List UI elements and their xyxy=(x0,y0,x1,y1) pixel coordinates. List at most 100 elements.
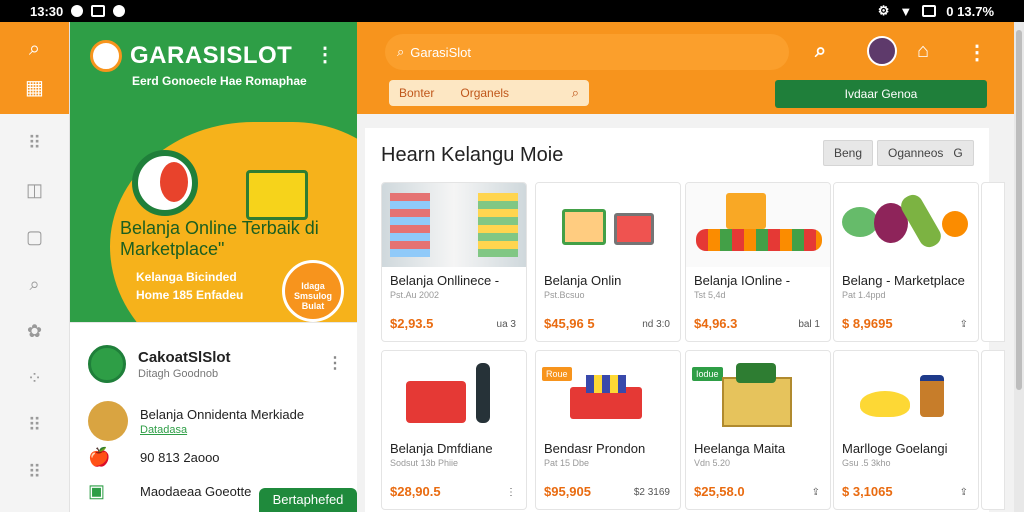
product-card[interactable]: Belanja Dmfdiane Sodsut 13b Phiie $28,90… xyxy=(381,350,527,510)
list-item[interactable]: 🍎 90 813 2aooo xyxy=(88,447,220,468)
avatar[interactable] xyxy=(867,36,897,66)
product-price: $2,93.5 xyxy=(390,316,434,331)
product-subtitle: Pat 1.4ppd xyxy=(842,290,886,300)
rail-nav: ⠿ ◫ ▢ ⌕ ✿ ⁘ ⠿ ⠿ xyxy=(0,114,69,483)
square-icon[interactable]: ▢ xyxy=(24,226,46,248)
cta-button[interactable]: Ivdaar Genoa xyxy=(775,80,987,108)
product-image: Iodue xyxy=(686,351,830,435)
product-card[interactable]: Belanja Onlin Pst.Bcsuo $45,96 5 nd 3:0 xyxy=(535,182,681,342)
search-text: GarasiSlot xyxy=(410,44,471,60)
product-meta: ua 3 xyxy=(496,319,516,330)
sort-chip[interactable]: Oganneos G xyxy=(877,140,974,166)
list-item-link[interactable]: Datadasa xyxy=(140,424,304,436)
product-card[interactable]: Belang - Marketplace Pat 1.4ppd $ 8,9695… xyxy=(833,182,979,342)
product-card-partial[interactable] xyxy=(981,350,1005,510)
app-root: 13:30 ⚙ ▼ 0 13.7% ⌕ ▦ ⠿ ◫ ▢ ⌕ ✿ ⁘ ⠿ ⠿ GA… xyxy=(0,0,1024,512)
search-input[interactable]: ⌕ GarasiSlot xyxy=(385,34,789,70)
list-item[interactable]: Belanja Onnidenta Merkiade Datadasa xyxy=(88,401,304,441)
notification-icon[interactable]: ⌂ xyxy=(917,40,929,63)
product-tag: Roue xyxy=(542,367,572,381)
share-icon[interactable]: ⇪ xyxy=(812,487,820,498)
product-meta: $2 3169 xyxy=(633,487,670,498)
list-item[interactable]: ▣ Maodaeaa Goeotte xyxy=(88,481,251,502)
section-title: Hearn Kelangu Moie xyxy=(381,144,564,166)
play-icon xyxy=(113,5,126,17)
product-meta: nd 3:0 xyxy=(642,319,670,330)
filter-chip[interactable]: Beng xyxy=(823,140,874,166)
product-title: Belanja Onlin xyxy=(544,273,622,288)
product-title: Belang - Marketplace xyxy=(842,273,965,288)
more-options-icon[interactable]: ⋮ xyxy=(315,42,335,67)
product-subtitle: Vdn 5.20 xyxy=(694,458,731,468)
battery-text: 0 13.7% xyxy=(946,3,994,19)
product-title: Heelanga Maita xyxy=(694,441,786,456)
product-image xyxy=(382,351,526,435)
product-meta: bal 1 xyxy=(798,319,820,330)
product-image: Roue xyxy=(536,351,680,435)
product-price: $95,905 xyxy=(544,484,591,499)
status-time: 13:30 xyxy=(30,3,64,19)
product-card[interactable]: Roue Bendasr Prondon Pat 15 Dbe $95,905 … xyxy=(535,350,681,510)
filter-right[interactable]: Organels xyxy=(460,86,509,100)
product-card[interactable]: Marlloge Goelangi Gsu .5 3kho $ 3,1065 ⇪ xyxy=(833,350,979,510)
grid-icon[interactable]: ⠿ xyxy=(24,132,46,154)
apps-icon[interactable]: ⠿ xyxy=(24,414,46,436)
more-options-icon[interactable]: ⋮ xyxy=(967,40,987,65)
product-title: Belanja Onllinece - xyxy=(390,273,500,288)
share-icon[interactable]: ⇪ xyxy=(960,487,968,498)
calendar-icon[interactable]: ▦ xyxy=(24,76,46,99)
product-card-partial[interactable] xyxy=(981,182,1005,342)
more-apps-icon[interactable]: ⠿ xyxy=(24,461,46,483)
store-list: CakoatSlSlot Ditagh Goodnob ⋮ Belanja On… xyxy=(70,322,357,512)
scrollbar-thumb[interactable] xyxy=(1016,30,1022,390)
sort-chip-label: Oganneos xyxy=(888,146,944,160)
map-icon[interactable]: ◫ xyxy=(24,179,46,201)
product-subtitle: Tst 5,4d xyxy=(694,290,726,300)
filter-bar[interactable]: Bonter Organels ⌕ xyxy=(389,80,589,106)
filter-left[interactable]: Bonter xyxy=(399,86,434,100)
shop-icon xyxy=(246,170,308,220)
product-title: Marlloge Goelangi xyxy=(842,441,948,456)
grocery-icon: ▣ xyxy=(88,481,106,501)
product-title: Belanja IOnline - xyxy=(694,273,791,288)
promo-badge: Idaga Smsulog Bulat xyxy=(282,260,344,322)
promo-subline: Kelanga Bicinded Home 185 Enfadeu xyxy=(136,268,243,304)
dots-icon[interactable]: ⁘ xyxy=(24,367,46,389)
search-icon[interactable]: ⌕ xyxy=(24,38,46,60)
product-price: $25,58.0 xyxy=(694,484,745,499)
store-name: CakoatSlSlot xyxy=(138,348,231,366)
scrollbar[interactable] xyxy=(1014,22,1024,512)
product-price: $28,90.5 xyxy=(390,484,441,499)
product-subtitle: Pst.Au 2002 xyxy=(390,290,440,300)
sort-chip-icon: G xyxy=(953,146,963,160)
product-image xyxy=(834,183,978,267)
promo-headline: Belanja Online Terbaik di Marketplace" xyxy=(120,218,319,259)
list-item-price: 90 813 2aooo xyxy=(140,450,220,465)
search-icon[interactable]: ⌕ xyxy=(815,40,826,63)
search-icon[interactable]: ⌕ xyxy=(572,85,579,101)
product-card[interactable]: Belanja Onllinece - Pst.Au 2002 $2,93.5 … xyxy=(381,182,527,342)
product-tag: Iodue xyxy=(692,367,723,381)
brand: GARASISLOT xyxy=(90,40,292,72)
more-options-icon[interactable]: ⋮ xyxy=(506,487,516,498)
promo-banner[interactable]: GARASISLOT ⋮ Eerd Gonoecle Hae Romaphae … xyxy=(70,22,357,322)
search-icon[interactable]: ⌕ xyxy=(24,273,46,295)
store-avatar xyxy=(88,345,126,383)
store-more-icon[interactable]: ⋮ xyxy=(327,353,343,373)
top-header: ⌕ GarasiSlot ⌕ ⌂ ⋮ Bonter Organels ⌕ Ivd… xyxy=(357,22,1014,114)
store-header[interactable]: CakoatSlSlot Ditagh Goodnob xyxy=(88,345,231,383)
status-bar: 13:30 ⚙ ▼ 0 13.7% xyxy=(0,0,1024,22)
gear-icon[interactable]: ✿ xyxy=(24,320,46,342)
product-card[interactable]: Iodue Heelanga Maita Vdn 5.20 $25,58.0 ⇪ xyxy=(685,350,831,510)
rail-header: ⌕ ▦ xyxy=(0,22,69,114)
product-thumbnail xyxy=(88,401,128,441)
main-content: Hearn Kelangu Moie Beng Oganneos G Belan… xyxy=(357,114,1014,512)
share-icon[interactable]: ⇪ xyxy=(960,319,968,330)
follow-button[interactable]: Bertaphefed xyxy=(259,488,357,512)
list-item-title: Maodaeaa Goeotte xyxy=(140,484,252,499)
product-panel: Hearn Kelangu Moie Beng Oganneos G Belan… xyxy=(365,128,1005,512)
promo-tagline: Eerd Gonoecle Hae Romaphae xyxy=(132,74,307,88)
product-price: $ 8,9695 xyxy=(842,316,893,331)
product-card[interactable]: Belanja IOnline - Tst 5,4d $4,96.3 bal 1 xyxy=(685,182,831,342)
email-icon xyxy=(91,5,106,17)
